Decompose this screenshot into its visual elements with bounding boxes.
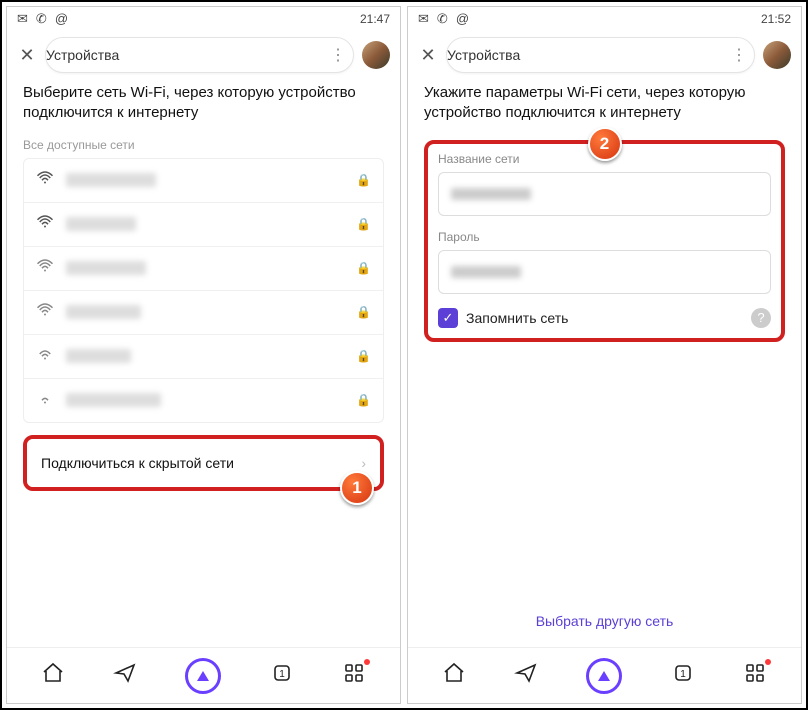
- header-title: Устройства: [447, 47, 520, 63]
- wifi-list: 🔒 🔒 🔒 🔒 🔒: [23, 158, 384, 423]
- callout-badge: 1: [340, 471, 374, 505]
- password-input[interactable]: [438, 250, 771, 294]
- wifi-ssid-blurred: [66, 393, 161, 407]
- avatar[interactable]: [763, 41, 791, 69]
- right-screen: ✉ ✆ @ 21:52 ✕ Устройства ⋮ Укажите парам…: [407, 6, 802, 704]
- page-heading: Укажите параметры Wi-Fi сети, через кото…: [424, 83, 785, 124]
- choose-other-network-link[interactable]: Выбрать другую сеть: [424, 613, 785, 647]
- status-bar: ✉ ✆ @ 21:52: [408, 7, 801, 31]
- wifi-item[interactable]: 🔒: [24, 203, 383, 247]
- wifi-icon: [36, 259, 54, 278]
- nav-home[interactable]: [442, 661, 466, 690]
- wifi-item[interactable]: 🔒: [24, 379, 383, 422]
- remember-row: ✓ Запомнить сеть ?: [438, 308, 771, 328]
- status-icons: ✉ ✆ @: [17, 11, 68, 27]
- lock-icon: 🔒: [356, 393, 371, 407]
- lock-icon: 🔒: [356, 261, 371, 275]
- remember-label: Запомнить сеть: [466, 310, 568, 326]
- password-blurred-value: [451, 266, 521, 278]
- connect-hidden-network-button[interactable]: Подключиться к скрытой сети ›: [27, 439, 380, 487]
- status-bar: ✉ ✆ @ 21:47: [7, 7, 400, 31]
- callout-badge: 2: [588, 127, 622, 161]
- mail-icon: ✉: [418, 11, 429, 27]
- wifi-item[interactable]: 🔒: [24, 247, 383, 291]
- status-time: 21:47: [360, 12, 390, 26]
- content: Выберите сеть Wi-Fi, через которую устро…: [7, 83, 400, 647]
- wifi-icon: [36, 347, 54, 366]
- notification-dot: [765, 659, 771, 665]
- bottom-nav: 1: [408, 647, 801, 703]
- hidden-network-highlight: Подключиться к скрытой сети › 1: [23, 435, 384, 491]
- header: ✕ Устройства ⋮: [7, 31, 400, 83]
- wifi-ssid-blurred: [66, 173, 156, 187]
- wifi-item[interactable]: 🔒: [24, 291, 383, 335]
- nav-tabs[interactable]: 1: [270, 661, 294, 690]
- lock-icon: 🔒: [356, 173, 371, 187]
- wifi-ssid-blurred: [66, 349, 131, 363]
- bottom-nav: 1: [7, 647, 400, 703]
- content: Укажите параметры Wi-Fi сети, через кото…: [408, 83, 801, 647]
- kebab-icon[interactable]: ⋮: [330, 45, 353, 65]
- page-heading: Выберите сеть Wi-Fi, через которую устро…: [23, 83, 384, 124]
- chevron-right-icon: ›: [361, 455, 366, 471]
- kebab-icon[interactable]: ⋮: [731, 45, 754, 65]
- password-label: Пароль: [438, 230, 771, 244]
- svg-text:1: 1: [680, 669, 686, 680]
- remember-checkbox[interactable]: ✓: [438, 308, 458, 328]
- wifi-ssid-blurred: [66, 261, 146, 275]
- nav-menu[interactable]: [342, 661, 366, 690]
- nav-alice[interactable]: [586, 658, 622, 694]
- ssid-blurred-value: [451, 188, 531, 200]
- wifi-item[interactable]: 🔒: [24, 335, 383, 379]
- status-icons: ✉ ✆ @: [418, 11, 469, 27]
- lock-icon: 🔒: [356, 217, 371, 231]
- alice-icon: [197, 671, 209, 681]
- wifi-icon: [36, 391, 54, 410]
- close-icon[interactable]: ✕: [17, 45, 37, 65]
- hidden-network-label: Подключиться к скрытой сети: [41, 455, 234, 471]
- at-icon: @: [456, 11, 469, 27]
- svg-text:1: 1: [279, 669, 285, 680]
- nav-menu[interactable]: [743, 661, 767, 690]
- lock-icon: 🔒: [356, 349, 371, 363]
- status-time: 21:52: [761, 12, 791, 26]
- header-pill[interactable]: Устройства ⋮: [446, 37, 755, 73]
- whatsapp-icon: ✆: [437, 11, 448, 27]
- wifi-item[interactable]: 🔒: [24, 159, 383, 203]
- at-icon: @: [55, 11, 68, 27]
- nav-send[interactable]: [514, 661, 538, 690]
- wifi-icon: [36, 171, 54, 190]
- wifi-icon: [36, 303, 54, 322]
- help-icon[interactable]: ?: [751, 308, 771, 328]
- nav-alice[interactable]: [185, 658, 221, 694]
- nav-tabs[interactable]: 1: [671, 661, 695, 690]
- lock-icon: 🔒: [356, 305, 371, 319]
- header-title: Устройства: [46, 47, 119, 63]
- whatsapp-icon: ✆: [36, 11, 47, 27]
- header: ✕ Устройства ⋮: [408, 31, 801, 83]
- notification-dot: [364, 659, 370, 665]
- wifi-icon: [36, 215, 54, 234]
- mail-icon: ✉: [17, 11, 28, 27]
- close-icon[interactable]: ✕: [418, 45, 438, 65]
- nav-home[interactable]: [41, 661, 65, 690]
- alice-icon: [598, 671, 610, 681]
- form-highlight: 2 Название сети Пароль ✓ Запомнить сеть …: [424, 140, 785, 342]
- header-pill[interactable]: Устройства ⋮: [45, 37, 354, 73]
- avatar[interactable]: [362, 41, 390, 69]
- nav-send[interactable]: [113, 661, 137, 690]
- left-screen: ✉ ✆ @ 21:47 ✕ Устройства ⋮ Выберите сеть…: [6, 6, 401, 704]
- ssid-input[interactable]: [438, 172, 771, 216]
- wifi-ssid-blurred: [66, 305, 141, 319]
- wifi-ssid-blurred: [66, 217, 136, 231]
- section-label: Все доступные сети: [23, 138, 384, 152]
